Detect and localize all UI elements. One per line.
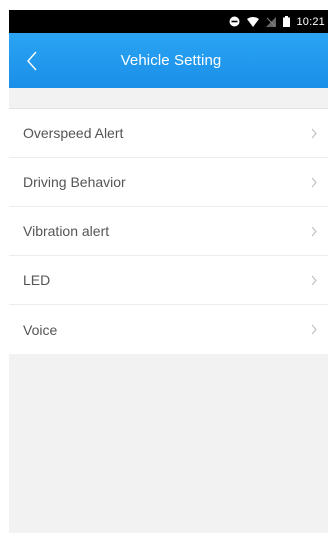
chevron-right-icon (311, 324, 317, 335)
do-not-disturb-icon (229, 16, 240, 27)
status-bar: 10:21 (9, 10, 328, 33)
back-button[interactable] (21, 46, 43, 76)
menu-item-voice[interactable]: Voice (9, 305, 328, 354)
chevron-left-icon (27, 51, 37, 70)
menu-item-label: Overspeed Alert (23, 125, 124, 141)
page-title: Vehicle Setting (120, 52, 222, 69)
menu-item-led[interactable]: LED (9, 256, 328, 305)
menu-item-overspeed-alert[interactable]: Overspeed Alert (9, 109, 328, 158)
no-signal-icon (266, 16, 277, 27)
wifi-icon (247, 16, 260, 27)
status-time: 10:21 (296, 15, 325, 28)
menu-item-vibration-alert[interactable]: Vibration alert (9, 207, 328, 256)
chevron-right-icon (311, 226, 317, 237)
header-bar: Vehicle Setting (9, 33, 328, 88)
chevron-right-icon (311, 177, 317, 188)
menu-item-label: Voice (23, 321, 58, 338)
menu-item-label: Driving Behavior (23, 174, 126, 190)
section-spacer (9, 88, 328, 108)
chevron-right-icon (311, 275, 317, 286)
chevron-right-icon (311, 128, 317, 139)
menu-item-label: LED (23, 272, 51, 288)
menu-item-label: Vibration alert (23, 223, 110, 239)
settings-menu: Overspeed Alert Driving Behavior Vibrati… (9, 108, 328, 354)
menu-item-driving-behavior[interactable]: Driving Behavior (9, 158, 328, 207)
phone-screen: 10:21 Vehicle Setting Overspeed Alert Dr… (9, 10, 328, 533)
battery-icon (283, 16, 291, 27)
